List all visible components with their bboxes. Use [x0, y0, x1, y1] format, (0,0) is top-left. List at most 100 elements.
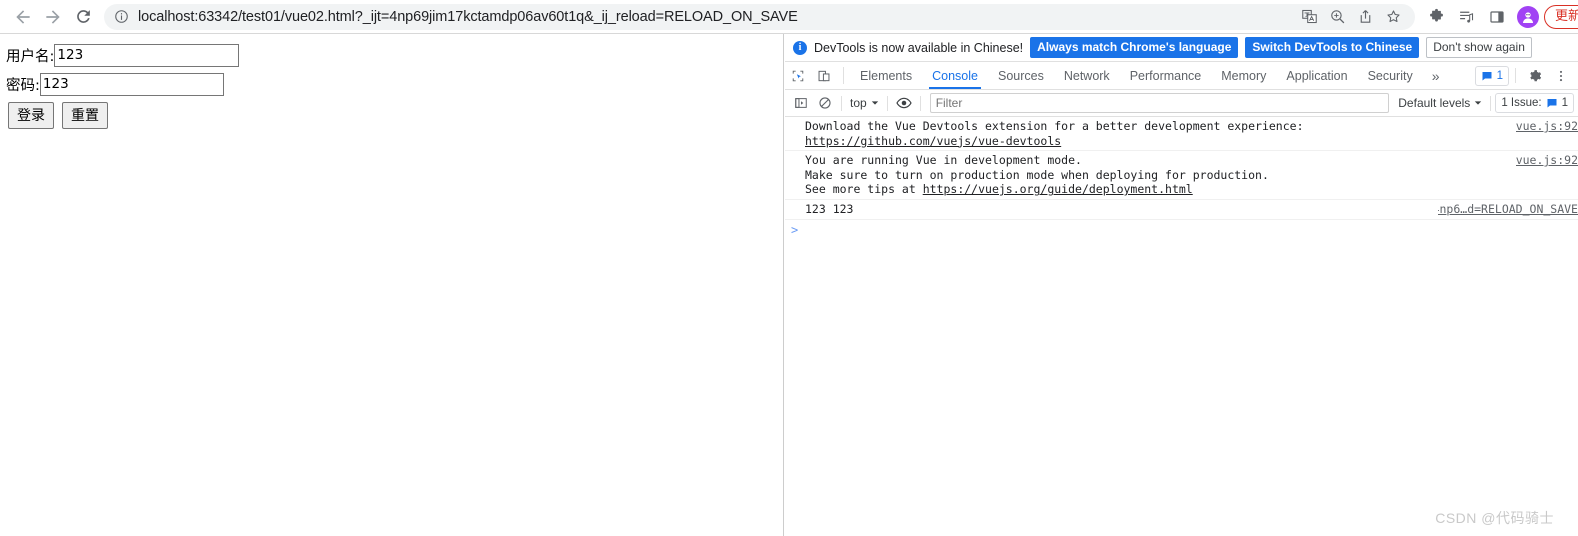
forward-button[interactable] — [38, 2, 68, 32]
console-source-link[interactable]: vue.js:92 — [1516, 153, 1578, 167]
username-row: 用户名: — [0, 44, 783, 67]
tab-sources[interactable]: Sources — [988, 62, 1054, 89]
live-expression-button[interactable] — [892, 92, 916, 114]
password-label: 密码: — [6, 78, 40, 94]
device-toggle-icon — [818, 70, 830, 81]
avatar-icon — [1522, 11, 1533, 23]
inspect-cursor-icon — [792, 70, 804, 81]
issues-badge[interactable]: 1 Issue: 1 — [1495, 93, 1574, 113]
console-prompt[interactable]: > — [785, 220, 1578, 237]
console-message[interactable]: Download the Vue Devtools extension for … — [785, 117, 1578, 152]
banner-message: DevTools is now available in Chinese! — [814, 40, 1024, 55]
switch-devtools-chinese-button[interactable]: Switch DevTools to Chinese — [1245, 37, 1420, 58]
tab-memory[interactable]: Memory — [1211, 62, 1276, 89]
extensions-button[interactable] — [1423, 3, 1451, 31]
media-button[interactable] — [1453, 3, 1481, 31]
reload-button[interactable] — [68, 2, 98, 32]
console-line-1: Download the Vue Devtools extension for … — [805, 119, 1304, 133]
devtools-tabbar: Elements Console Sources Network Perform… — [785, 62, 1578, 90]
tab-application[interactable]: Application — [1276, 62, 1357, 89]
address-bar[interactable]: localhost:63342/test01/vue02.html?_ijt=4… — [104, 3, 1415, 30]
console-link-vue-devtools[interactable]: https://github.com/vuejs/vue-devtools — [805, 134, 1061, 148]
devtools-language-banner: i DevTools is now available in Chinese! … — [785, 34, 1578, 62]
execution-context-selector[interactable]: top — [846, 96, 883, 110]
omnibox-icon-group — [1295, 4, 1407, 30]
issues-count: 1 — [1561, 97, 1568, 109]
form-button-row: 登录 重置 — [0, 102, 783, 129]
tab-elements[interactable]: Elements — [850, 62, 922, 89]
tab-network[interactable]: Network — [1054, 62, 1120, 89]
username-label: 用户名: — [6, 49, 55, 65]
tab-security[interactable]: Security — [1358, 62, 1423, 89]
kebab-menu-icon — [1559, 70, 1563, 81]
console-link-vue-deployment[interactable]: https://vuejs.org/guide/deployment.html — [923, 182, 1193, 196]
profile-avatar[interactable] — [1516, 5, 1539, 28]
console-message-text: Download the Vue Devtools extension for … — [803, 119, 1510, 148]
web-page-viewport: 用户名: 密码: 登录 重置 — [0, 34, 784, 536]
console-line-3-prefix: See more tips at — [805, 182, 923, 197]
devtools-settings-button[interactable] — [1522, 69, 1548, 83]
speech-bubble-icon — [1482, 71, 1492, 80]
message-count-badge[interactable]: 1 — [1474, 65, 1509, 86]
dont-show-again-button[interactable]: Don't show again — [1426, 37, 1532, 58]
side-panel-button[interactable] — [1483, 3, 1511, 31]
console-filter-input[interactable] — [929, 93, 1390, 113]
clear-console-icon — [819, 97, 831, 109]
devtools-tabbar-right: 1 — [1474, 62, 1578, 89]
console-line-2: Make sure to turn on production mode whe… — [805, 167, 1269, 182]
info-icon: i — [793, 40, 807, 55]
devtools-panel: i DevTools is now available in Chinese! … — [785, 34, 1578, 536]
speech-bubble-icon — [1547, 99, 1557, 108]
message-count-value: 1 — [1496, 69, 1503, 82]
log-levels-selector[interactable]: Default levels — [1394, 96, 1486, 110]
console-message-text: 123 123 — [805, 201, 854, 216]
always-match-language-button[interactable]: Always match Chrome's language — [1030, 37, 1239, 58]
tab-console[interactable]: Console — [922, 62, 988, 89]
gear-icon — [1530, 69, 1542, 81]
console-source-link[interactable]: vue02.html?_ijt=4np6…d=RELOAD_ON_SAVE: — [1438, 202, 1578, 216]
console-source-link[interactable]: vue.js:92 — [1516, 119, 1578, 133]
forward-arrow-icon — [46, 9, 60, 24]
chevron-down-icon — [871, 101, 878, 105]
url-text: localhost:63342/test01/vue02.html?_ijt=4… — [138, 8, 798, 25]
console-toolbar-divider-2 — [886, 95, 888, 111]
console-sidebar-toggle-button[interactable] — [789, 92, 813, 114]
reload-icon — [76, 10, 90, 23]
console-message[interactable]: You are running Vue in development mode.… — [785, 151, 1578, 200]
zoom-icon[interactable] — [1325, 4, 1351, 30]
password-input[interactable] — [39, 73, 224, 96]
clear-console-button[interactable] — [813, 92, 837, 114]
back-button[interactable] — [8, 2, 38, 32]
console-toolbar-divider-3 — [919, 95, 921, 111]
chevron-down-icon — [1475, 101, 1482, 105]
log-levels-value: Default levels — [1398, 96, 1471, 110]
console-toolbar-divider-1 — [841, 95, 842, 111]
watermark: CSDN @代码骑士 — [1435, 510, 1554, 526]
eye-icon — [896, 97, 912, 109]
execution-context-value: top — [850, 96, 867, 110]
translate-icon[interactable] — [1297, 4, 1323, 30]
console-toolbar: top Default levels 1 Issue: 1 — [785, 90, 1578, 117]
tabbar-right-divider — [1515, 68, 1516, 83]
side-panel-icon — [1490, 10, 1504, 23]
browser-toolbar: localhost:63342/test01/vue02.html?_ijt=4… — [0, 0, 1578, 33]
more-tabs-button[interactable]: » — [1423, 62, 1449, 89]
device-toolbar-button[interactable] — [811, 62, 837, 89]
console-line-1: You are running Vue in development mode. — [805, 153, 1082, 168]
issues-label: 1 Issue: — [1501, 97, 1542, 109]
username-input[interactable] — [54, 44, 240, 67]
devtools-more-menu-button[interactable] — [1548, 69, 1574, 83]
login-button[interactable]: 登录 — [8, 102, 54, 129]
site-info-icon[interactable] — [112, 8, 130, 26]
reset-button[interactable]: 重置 — [62, 102, 108, 129]
share-icon[interactable] — [1353, 4, 1379, 30]
inspect-element-button[interactable] — [785, 62, 811, 89]
console-output: Download the Vue Devtools extension for … — [785, 117, 1578, 237]
console-message[interactable]: 123 123 vue02.html?_ijt=4np6…d=RELOAD_ON… — [785, 200, 1578, 220]
update-button[interactable]: 更新 — [1543, 4, 1578, 29]
tab-performance[interactable]: Performance — [1120, 62, 1212, 89]
star-icon[interactable] — [1381, 4, 1407, 30]
tabbar-divider — [843, 67, 844, 84]
back-arrow-icon — [16, 9, 30, 24]
console-toolbar-divider-4 — [1490, 95, 1492, 111]
